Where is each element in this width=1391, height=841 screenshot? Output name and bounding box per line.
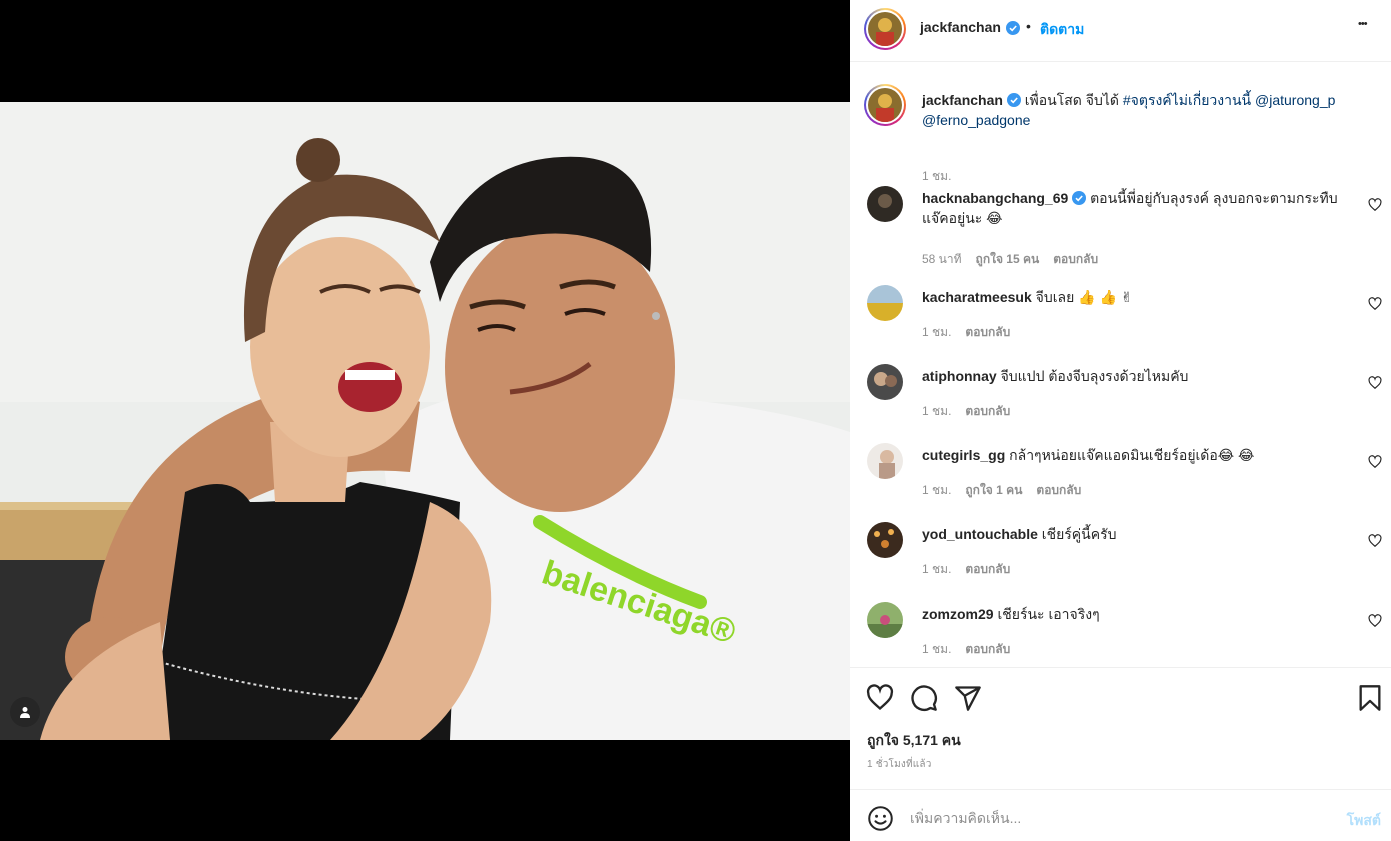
comment-like-heart-icon[interactable] <box>1368 455 1382 469</box>
verified-badge-icon <box>1006 93 1021 107</box>
comment-text: จีบเลย 👍 👍 ✌ <box>1035 289 1133 305</box>
comment-reply-button[interactable]: ตอบกลับ <box>965 640 1010 659</box>
comment-text: จีบแปป ต้องจีบลุงรงด้วยไหมคับ <box>1000 368 1189 384</box>
follow-button[interactable]: ติดตาม <box>1040 19 1084 41</box>
commenter-username[interactable]: hacknabangchang_69 <box>922 190 1068 206</box>
comment-time: 1 ชม. <box>922 642 952 656</box>
commenter-username[interactable]: atiphonnay <box>922 368 997 384</box>
tagged-users-button[interactable] <box>10 697 40 727</box>
comment-reply-button[interactable]: ตอบกลับ <box>1036 481 1081 500</box>
post-header: jackfanchan • ติดตาม ••• <box>850 0 1391 62</box>
comment-time: 58 นาที <box>922 252 962 266</box>
bookmark-icon[interactable] <box>1356 684 1384 712</box>
add-comment-bar: โพสต์ <box>850 789 1391 841</box>
comment-time: 1 ชม. <box>922 562 952 576</box>
emoji-icon[interactable] <box>867 805 894 832</box>
comment-text: เชียร์คู่นี้ครับ <box>1041 526 1117 542</box>
author-username[interactable]: jackfanchan <box>920 19 1001 35</box>
comment-time: 1 ชม. <box>922 483 952 497</box>
user-tag-icon <box>20 707 30 718</box>
caption-username[interactable]: jackfanchan <box>922 92 1003 108</box>
comment-text: เชียร์นะ เอาจริงๆ <box>997 606 1100 622</box>
header-separator: • <box>1026 18 1031 34</box>
commenter-username[interactable]: zomzom29 <box>922 606 994 622</box>
comment-likes[interactable]: ถูกใจ 1 คน <box>965 481 1022 500</box>
commenter-username[interactable]: yod_untouchable <box>922 526 1038 542</box>
comment-like-heart-icon[interactable] <box>1368 198 1382 212</box>
heart-icon[interactable] <box>866 684 894 712</box>
comment-reply-button[interactable]: ตอบกลับ <box>1053 250 1098 269</box>
comment-time: 1 ชม. <box>922 325 952 339</box>
comment-reply-button[interactable]: ตอบกลับ <box>965 323 1010 342</box>
caption-mention[interactable]: @jaturong_p <box>1255 92 1335 108</box>
commenter-avatar[interactable] <box>867 186 903 222</box>
comment-time: 1 ชม. <box>922 404 952 418</box>
commenter-username[interactable]: cutegirls_gg <box>922 447 1005 463</box>
comment-likes[interactable]: ถูกใจ 15 คน <box>976 250 1040 269</box>
commenter-avatar[interactable] <box>867 522 903 558</box>
caption-text: เพื่อนโสด จีบได้ <box>1024 92 1119 108</box>
verified-badge-icon <box>1072 191 1087 205</box>
comment-icon[interactable] <box>910 684 938 712</box>
post-photo[interactable]: balenciaga® <box>0 102 850 740</box>
comment-reply-button[interactable]: ตอบกลับ <box>965 402 1010 421</box>
commenter-avatar[interactable] <box>867 364 903 400</box>
commenter-avatar[interactable] <box>867 602 903 638</box>
likes-count[interactable]: ถูกใจ 5,171 คน <box>867 730 961 752</box>
post-media-pane: balenciaga® <box>0 0 850 841</box>
comment-like-heart-icon[interactable] <box>1368 534 1382 548</box>
comment-like-heart-icon[interactable] <box>1368 614 1382 628</box>
comments-list[interactable]: jackfanchan เพื่อนโสด จีบได้ #จตุรงค์ไม่… <box>850 62 1391 667</box>
caption-time: 1 ชม. <box>922 169 952 183</box>
post-comment-button[interactable]: โพสต์ <box>1347 810 1381 832</box>
post-side-panel: jackfanchan • ติดตาม ••• jackfanchan เพื… <box>850 0 1391 841</box>
selfie-illustration: balenciaga® <box>0 102 850 740</box>
comment-like-heart-icon[interactable] <box>1368 297 1382 311</box>
comment-text: กล้าๆหน่อยแจ๊คแอดมินเชียร์อยู่เด้อ😂 😂 <box>1009 447 1255 463</box>
caption-author-avatar[interactable] <box>864 84 906 126</box>
share-icon[interactable] <box>954 684 982 712</box>
commenter-username[interactable]: kacharatmeesuk <box>922 289 1032 305</box>
post-actions: ถูกใจ 5,171 คน 1 ชั่วโมงที่แล้ว <box>850 667 1391 789</box>
commenter-avatar[interactable] <box>867 285 903 321</box>
comment-reply-button[interactable]: ตอบกลับ <box>965 560 1010 579</box>
verified-badge-icon <box>1006 21 1020 35</box>
author-avatar[interactable] <box>864 8 906 50</box>
caption-mention[interactable]: @ferno_padgone <box>922 112 1030 128</box>
caption-hashtag[interactable]: #จตุรงค์ไม่เกี่ยวงานนี้ <box>1123 92 1251 108</box>
commenter-avatar[interactable] <box>867 443 903 479</box>
comment-like-heart-icon[interactable] <box>1368 376 1382 390</box>
more-options-icon[interactable]: ••• <box>1358 18 1368 30</box>
post-time-ago[interactable]: 1 ชั่วโมงที่แล้ว <box>867 757 932 772</box>
comment-input[interactable] <box>910 804 1320 832</box>
